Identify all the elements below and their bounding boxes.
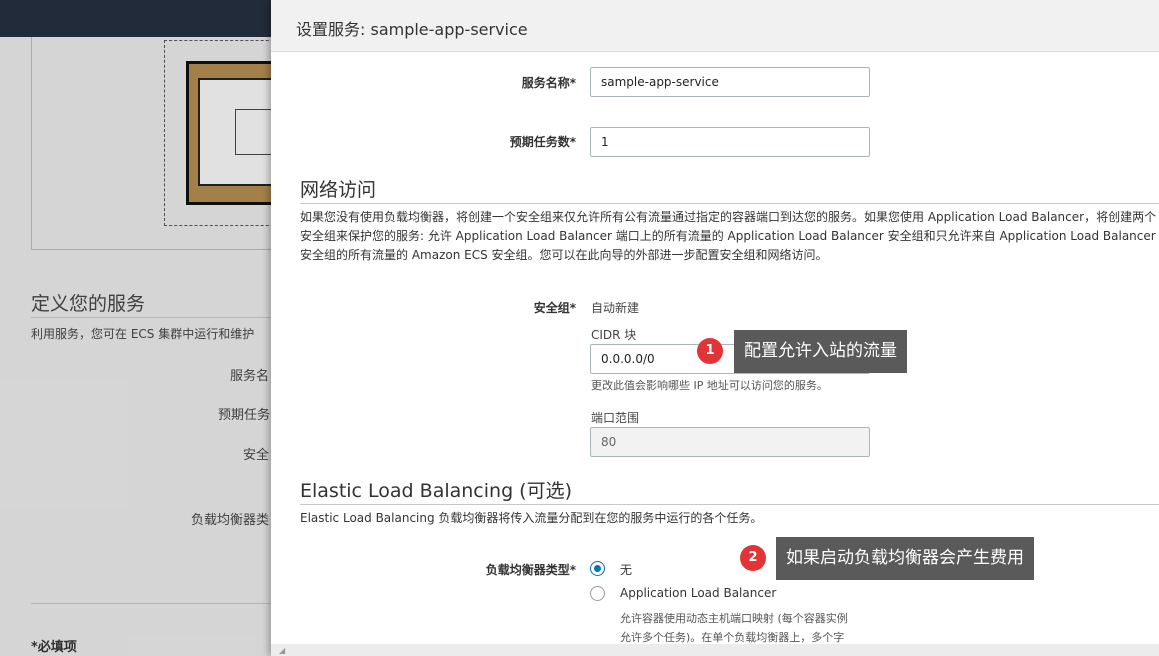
elb-section-title: Elastic Load Balancing (可选) (300, 480, 572, 502)
annotation-callout-2: 如果启动负载均衡器会产生费用 (776, 537, 1034, 580)
service-name-input[interactable] (590, 67, 870, 97)
modal-title: 设置服务: sample-app-service (296, 20, 528, 39)
desired-tasks-label: 预期任务数* (509, 135, 576, 149)
annotation-badge-1: 1 (697, 338, 723, 364)
security-group-value: 自动新建 (591, 301, 640, 315)
network-access-title: 网络访问 (300, 179, 377, 201)
security-group-label: 安全组* (533, 301, 576, 315)
elb-section-desc: Elastic Load Balancing 负载均衡器将传入流量分配到在您的服… (300, 511, 763, 525)
divider (300, 203, 1159, 204)
network-access-desc: 如果您没有使用负载均衡器，将创建一个安全组来仅允许所有公有流量通过指定的容器端口… (300, 210, 1157, 262)
modal-header: 设置服务: sample-app-service (271, 0, 1159, 52)
resize-grip-icon: ◢ (279, 646, 286, 655)
cidr-label: CIDR 块 (591, 328, 637, 342)
lb-type-alb-label[interactable]: Application Load Balancer (620, 586, 776, 600)
cidr-hint: 更改此值会影响哪些 IP 地址可以访问您的服务。 (591, 379, 828, 392)
lb-type-alb-radio[interactable] (590, 586, 605, 601)
service-name-label: 服务名称* (521, 76, 576, 90)
lb-type-none-radio[interactable] (590, 561, 605, 576)
lb-type-label: 负载均衡器类型* (485, 563, 576, 577)
desired-tasks-input[interactable] (590, 127, 870, 157)
annotation-badge-2: 2 (740, 545, 766, 571)
port-range-label: 端口范围 (591, 411, 640, 425)
lb-type-none-label[interactable]: 无 (620, 561, 632, 578)
divider (300, 504, 1159, 505)
annotation-callout-1: 配置允许入站的流量 (734, 330, 907, 373)
modal-footer: ◢ (271, 644, 1159, 656)
alb-desc-line-2: 允许多个任务)。在单个负载均衡器上，多个字 (620, 631, 845, 644)
port-range-input (590, 427, 870, 457)
alb-desc-line-1: 允许容器使用动态主机端口映射 (每个容器实例 (620, 612, 848, 625)
